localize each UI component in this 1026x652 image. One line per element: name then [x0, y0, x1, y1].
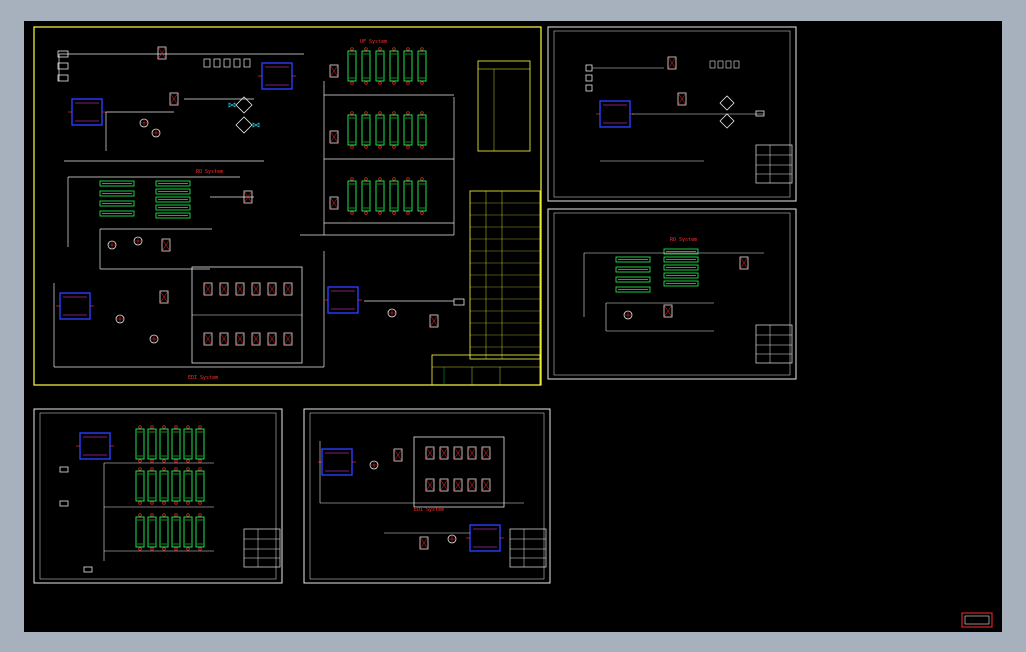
edi-sheet-label: EDI System [414, 507, 444, 513]
edi-sheet-stacks [413, 436, 505, 508]
dosing-pump-row [203, 58, 251, 68]
ro-sheet-label: RO System [670, 237, 697, 243]
uf-drawing-sheet[interactable] [33, 408, 283, 584]
cad-model-space[interactable]: UF System RO System EDI System RO System… [24, 21, 1002, 632]
valve-legend-table [477, 60, 531, 152]
uf-system-label: UF System [360, 39, 387, 45]
uf-membrane-banks [347, 47, 427, 215]
pretreatment-drawing-sheet[interactable] [547, 26, 797, 202]
edi-stacks [191, 266, 303, 364]
equipment-list-table [469, 190, 541, 360]
ro-vessel-racks [99, 180, 191, 219]
multimedia-filters [228, 96, 260, 134]
edi-system-label: EDI System [188, 375, 218, 381]
edi-drawing-sheet[interactable]: EDI System [303, 408, 551, 584]
ro-drawing-sheet[interactable]: RO System [547, 208, 797, 380]
ro-system-label: RO System [196, 169, 223, 175]
inlet-nozzles [57, 50, 69, 82]
main-drawing-sheet[interactable]: UF System RO System EDI System [33, 26, 542, 386]
main-title-block [431, 354, 541, 386]
ucs-logo-icon [961, 612, 993, 628]
uf-sheet-membranes [135, 425, 205, 551]
pretreatment-pump-row [709, 60, 740, 69]
